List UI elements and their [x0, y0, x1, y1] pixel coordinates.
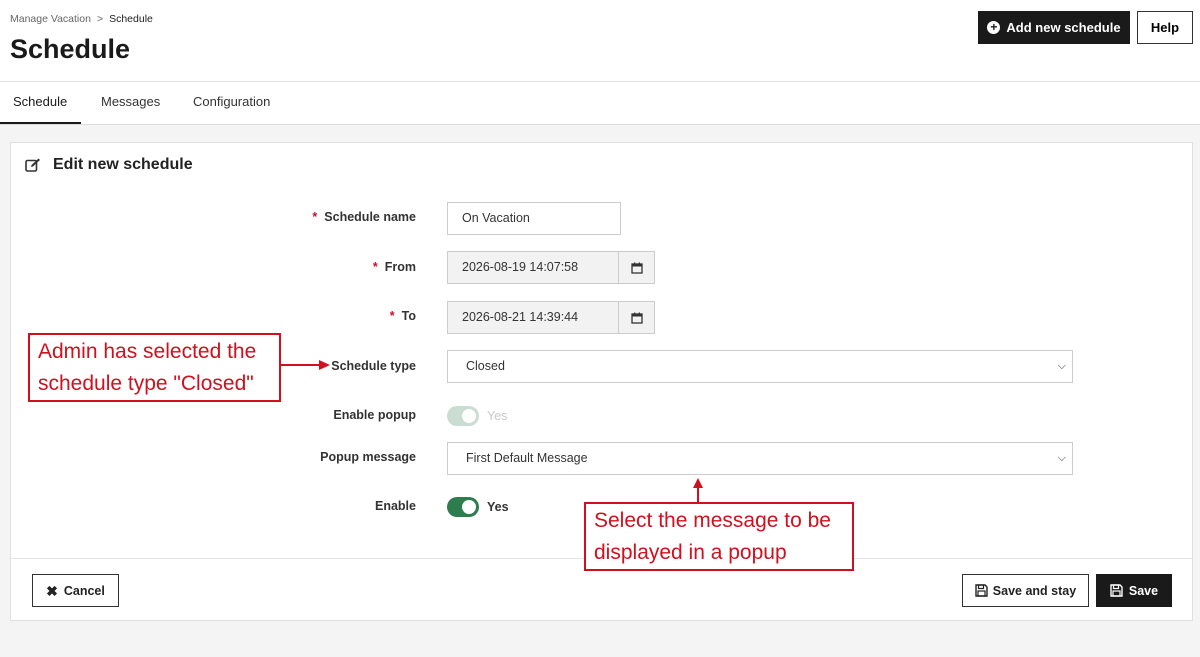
page-title: Schedule [10, 34, 131, 64]
edit-icon [25, 158, 40, 172]
calendar-icon [630, 312, 643, 324]
page-header: Manage Vacation > Schedule Schedule + Add … [0, 0, 1200, 82]
required-marker: * [372, 260, 378, 274]
required-marker: * [389, 309, 395, 323]
save-icon [1110, 584, 1123, 597]
tab-messages[interactable]: Messages [101, 82, 160, 124]
breadcrumb: Manage Vacation > Schedule [10, 13, 153, 25]
close-icon: ✖ [46, 582, 58, 599]
annotation-schedule-type: Admin has selected the schedule type "Cl… [28, 333, 281, 402]
to-label: * To [389, 309, 416, 323]
popup-message-value: First Default Message [466, 451, 588, 465]
from-label: * From [372, 260, 416, 274]
from-calendar-button[interactable] [618, 251, 655, 284]
annotation-popup-message: Select the message to be displayed in a … [584, 502, 854, 571]
breadcrumb-item-manage-vacation[interactable]: Manage Vacation [10, 13, 91, 25]
plus-circle-icon: + [987, 21, 1001, 34]
to-calendar-button[interactable] [618, 301, 655, 334]
annotation-line: Admin has selected the [38, 340, 257, 363]
from-date-input[interactable]: 2026-08-19 14:07:58 [447, 251, 619, 284]
schedule-type-value: Closed [466, 359, 505, 373]
chevron-down-icon: ⌵ [1057, 360, 1066, 372]
chevron-down-icon: ⌵ [1057, 452, 1066, 464]
enable-label: Enable [375, 499, 416, 513]
add-new-schedule-label: Add new schedule [1006, 20, 1121, 35]
add-new-schedule-button[interactable]: + Add new schedule [978, 11, 1130, 44]
popup-message-select[interactable]: First Default Message ⌵ [447, 442, 1073, 475]
schedule-name-label: * Schedule name [312, 210, 416, 224]
tab-configuration[interactable]: Configuration [193, 82, 270, 124]
cancel-button[interactable]: ✖ Cancel [32, 574, 119, 607]
schedule-name-input[interactable]: On Vacation [447, 202, 621, 235]
popup-message-label: Popup message [320, 450, 416, 464]
annotation-line: schedule type "Closed" [38, 372, 254, 395]
enable-state: Yes [487, 500, 509, 514]
annotation-arrow-up [693, 478, 703, 502]
schedule-type-label: Schedule type [331, 359, 416, 373]
save-and-stay-label: Save and stay [992, 583, 1077, 598]
enable-popup-toggle[interactable] [447, 406, 479, 426]
breadcrumb-separator: > [96, 13, 104, 25]
save-icon [975, 584, 988, 597]
enable-toggle[interactable] [447, 497, 479, 517]
breadcrumb-item-schedule: Schedule [109, 13, 153, 25]
help-button[interactable]: Help [1137, 11, 1193, 44]
save-button[interactable]: Save [1096, 574, 1172, 607]
toggle-knob [462, 500, 476, 514]
annotation-line: displayed in a popup [594, 541, 787, 564]
save-label: Save [1128, 583, 1159, 598]
tab-schedule[interactable]: Schedule [0, 82, 81, 124]
required-marker: * [312, 210, 318, 224]
cancel-label: Cancel [63, 583, 105, 598]
calendar-icon [630, 262, 643, 274]
enable-popup-state: Yes [487, 409, 508, 423]
schedule-type-select[interactable]: Closed ⌵ [447, 350, 1073, 383]
annotation-arrow-right [281, 360, 330, 370]
tab-bar: Schedule Messages Configuration [0, 82, 1200, 125]
toggle-knob [462, 409, 476, 423]
card-title: Edit new schedule [25, 156, 193, 174]
annotation-line: Select the message to be [594, 509, 831, 532]
enable-popup-label: Enable popup [333, 408, 416, 422]
save-and-stay-button[interactable]: Save and stay [962, 574, 1089, 607]
card-title-text: Edit new schedule [53, 156, 193, 173]
to-date-input[interactable]: 2026-08-21 14:39:44 [447, 301, 619, 334]
